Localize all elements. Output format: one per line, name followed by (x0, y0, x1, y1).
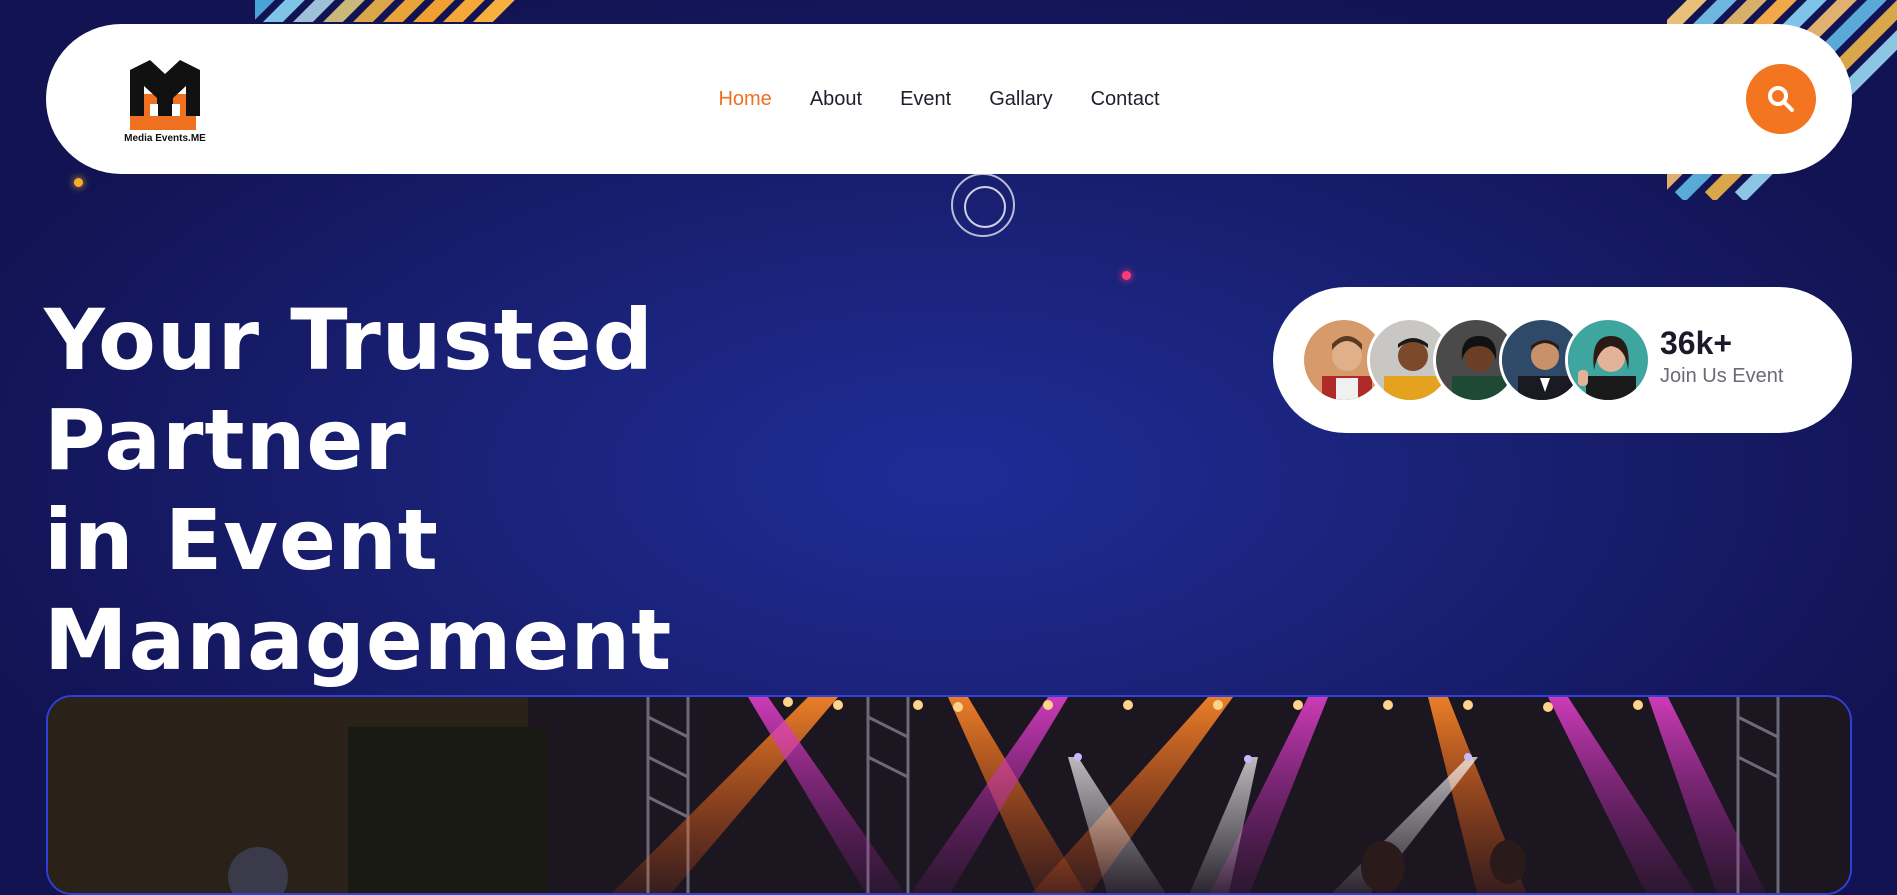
hero-title: Your Trusted Partner in Event Management (44, 290, 1044, 690)
hero-title-line-3: Management (44, 591, 673, 689)
hero-title-line-2: in Event (44, 491, 439, 589)
nav-link-contact[interactable]: Contact (1091, 88, 1160, 111)
nav-link-gallary[interactable]: Gallary (989, 88, 1052, 111)
avatar-5 (1565, 317, 1651, 403)
concert-stage-photo (48, 697, 1850, 893)
decorative-stripes-top-left (255, 0, 535, 22)
stage-image (46, 695, 1852, 895)
join-count: 36k+ (1660, 325, 1733, 361)
decorative-dot-pink (1122, 271, 1131, 280)
nav-link-home[interactable]: Home (718, 88, 771, 111)
decorative-ring (951, 173, 1015, 237)
nav-link-event[interactable]: Event (900, 88, 951, 111)
search-button[interactable] (1746, 64, 1816, 134)
search-icon (1768, 86, 1794, 112)
join-us-badge: 36k+ Join Us Event (1273, 287, 1852, 433)
main-nav: Home About Event Gallary Contact (46, 24, 1852, 174)
navbar: Media Events.ME Home About Event Gallary… (46, 24, 1852, 174)
decorative-dot-yellow (74, 178, 83, 187)
hero-title-line-1: Your Trusted Partner (44, 291, 654, 489)
nav-link-about[interactable]: About (810, 88, 862, 111)
join-label: Join Us Event (1660, 365, 1784, 387)
decorative-ring-inner (964, 186, 1006, 228)
